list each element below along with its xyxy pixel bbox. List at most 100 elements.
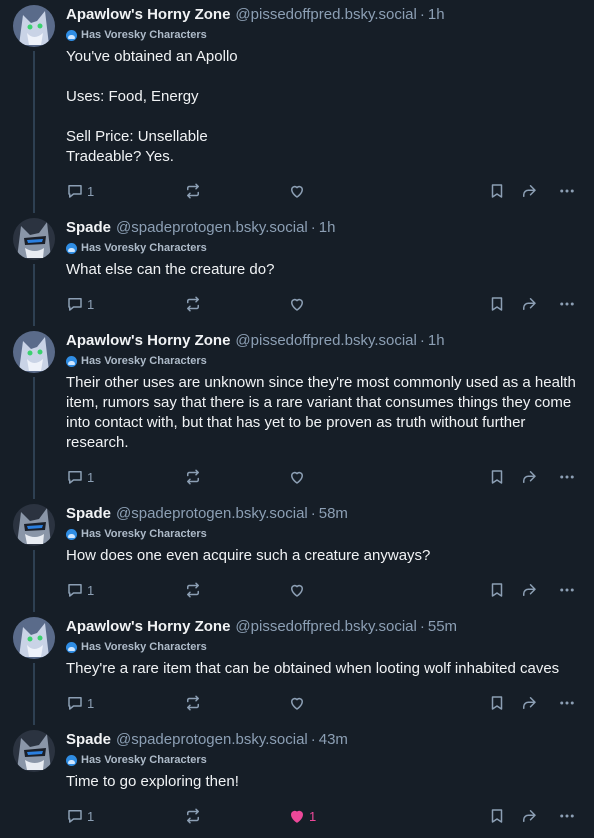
- like-button[interactable]: [288, 182, 488, 200]
- label-badge[interactable]: Has Voresky Characters: [66, 26, 582, 44]
- share-button[interactable]: [520, 581, 558, 599]
- post[interactable]: Apawlow's Horny Zone @pissedoffpred.bsky…: [0, 612, 594, 725]
- separator-dot: ·: [419, 332, 425, 349]
- label-badge[interactable]: Has Voresky Characters: [66, 239, 582, 257]
- like-button[interactable]: [288, 468, 488, 486]
- like-count: 1: [309, 808, 317, 824]
- reply-count: 1: [87, 183, 95, 199]
- author-name[interactable]: Spade: [66, 504, 111, 524]
- author-name[interactable]: Spade: [66, 730, 111, 750]
- repost-button[interactable]: [184, 468, 288, 486]
- avatar[interactable]: [13, 617, 55, 659]
- author-name[interactable]: Apawlow's Horny Zone: [66, 5, 230, 25]
- post-time[interactable]: 1h: [428, 331, 445, 351]
- avatar[interactable]: [13, 730, 55, 772]
- label-badge[interactable]: Has Voresky Characters: [66, 525, 582, 543]
- bookmark-button[interactable]: [488, 295, 520, 313]
- post-time[interactable]: 1h: [319, 218, 336, 238]
- share-button[interactable]: [520, 468, 558, 486]
- post[interactable]: Apawlow's Horny Zone @pissedoffpred.bsky…: [0, 326, 594, 499]
- heart-icon: [291, 185, 303, 198]
- post[interactable]: Spade @spadeprotogen.bsky.social · 43m H…: [0, 725, 594, 838]
- bookmark-button[interactable]: [488, 581, 520, 599]
- avatar[interactable]: [13, 5, 55, 47]
- post-time[interactable]: 58m: [319, 504, 348, 524]
- avatar[interactable]: [13, 331, 55, 373]
- more-options-button[interactable]: [558, 581, 578, 599]
- post-actions: 1: [66, 181, 582, 201]
- post[interactable]: Apawlow's Horny Zone @pissedoffpred.bsky…: [0, 0, 594, 213]
- author-name[interactable]: Apawlow's Horny Zone: [66, 331, 230, 351]
- author-handle[interactable]: @pissedoffpred.bsky.social: [235, 5, 416, 25]
- share-button[interactable]: [520, 182, 558, 200]
- bookmark-icon: [491, 470, 503, 484]
- labeler-icon: [66, 641, 77, 653]
- labeler-icon: [66, 355, 77, 367]
- more-options-button[interactable]: [558, 807, 578, 825]
- post-actions: 1 1: [66, 806, 582, 826]
- post[interactable]: Spade @spadeprotogen.bsky.social · 1h Ha…: [0, 213, 594, 326]
- bookmark-button[interactable]: [488, 468, 520, 486]
- post-text: You've obtained an Apollo Uses: Food, En…: [66, 48, 238, 165]
- share-button[interactable]: [520, 295, 558, 313]
- more-options-button[interactable]: [558, 295, 578, 313]
- author-handle[interactable]: @spadeprotogen.bsky.social: [116, 730, 308, 750]
- label-badge[interactable]: Has Voresky Characters: [66, 751, 582, 769]
- reply-icon: [68, 584, 82, 597]
- repost-button[interactable]: [184, 182, 288, 200]
- share-icon: [523, 697, 536, 709]
- post-time[interactable]: 1h: [428, 5, 445, 25]
- avatar[interactable]: [13, 504, 55, 546]
- separator-dot: ·: [310, 505, 316, 522]
- like-button[interactable]: [288, 694, 488, 712]
- label-badge[interactable]: Has Voresky Characters: [66, 352, 582, 370]
- author-handle[interactable]: @pissedoffpred.bsky.social: [235, 331, 416, 351]
- post-text: Their other uses are unknown since they'…: [66, 374, 580, 451]
- post-time[interactable]: 43m: [319, 730, 348, 750]
- thread-column: [12, 326, 56, 499]
- bookmark-button[interactable]: [488, 807, 520, 825]
- more-options-button[interactable]: [558, 182, 578, 200]
- author-name[interactable]: Spade: [66, 218, 111, 238]
- author-handle[interactable]: @pissedoffpred.bsky.social: [235, 617, 416, 637]
- thread-connector: [33, 550, 35, 612]
- like-button[interactable]: [288, 295, 488, 313]
- avatar[interactable]: [13, 218, 55, 260]
- repost-button[interactable]: [184, 581, 288, 599]
- heart-icon: [291, 697, 303, 710]
- repost-button[interactable]: [184, 694, 288, 712]
- reply-button[interactable]: 1: [66, 295, 184, 313]
- repost-button[interactable]: [184, 295, 288, 313]
- reply-button[interactable]: 1: [66, 182, 184, 200]
- share-button[interactable]: [520, 807, 558, 825]
- reply-count: 1: [87, 296, 95, 312]
- reply-button[interactable]: 1: [66, 468, 184, 486]
- author-handle[interactable]: @spadeprotogen.bsky.social: [116, 504, 308, 524]
- badge-label: Has Voresky Characters: [81, 242, 207, 254]
- thread-column: [12, 0, 56, 213]
- thread-column: [12, 725, 56, 838]
- ellipsis-icon: [560, 701, 574, 705]
- author-name[interactable]: Apawlow's Horny Zone: [66, 617, 230, 637]
- more-options-button[interactable]: [558, 468, 578, 486]
- like-button[interactable]: [288, 581, 488, 599]
- thread-connector: [33, 51, 35, 213]
- post[interactable]: Spade @spadeprotogen.bsky.social · 58m H…: [0, 499, 594, 612]
- bookmark-button[interactable]: [488, 694, 520, 712]
- more-options-button[interactable]: [558, 694, 578, 712]
- reply-button[interactable]: 1: [66, 581, 184, 599]
- like-button[interactable]: 1: [288, 807, 488, 825]
- author-handle[interactable]: @spadeprotogen.bsky.social: [116, 218, 308, 238]
- repost-icon: [187, 808, 199, 824]
- share-icon: [523, 185, 536, 197]
- bookmark-icon: [491, 809, 503, 823]
- share-button[interactable]: [520, 694, 558, 712]
- reply-button[interactable]: 1: [66, 694, 184, 712]
- post-time[interactable]: 55m: [428, 617, 457, 637]
- thread-connector: [33, 377, 35, 499]
- reply-button[interactable]: 1: [66, 807, 184, 825]
- label-badge[interactable]: Has Voresky Characters: [66, 638, 582, 656]
- separator-dot: ·: [419, 6, 425, 23]
- bookmark-button[interactable]: [488, 182, 520, 200]
- repost-button[interactable]: [184, 807, 288, 825]
